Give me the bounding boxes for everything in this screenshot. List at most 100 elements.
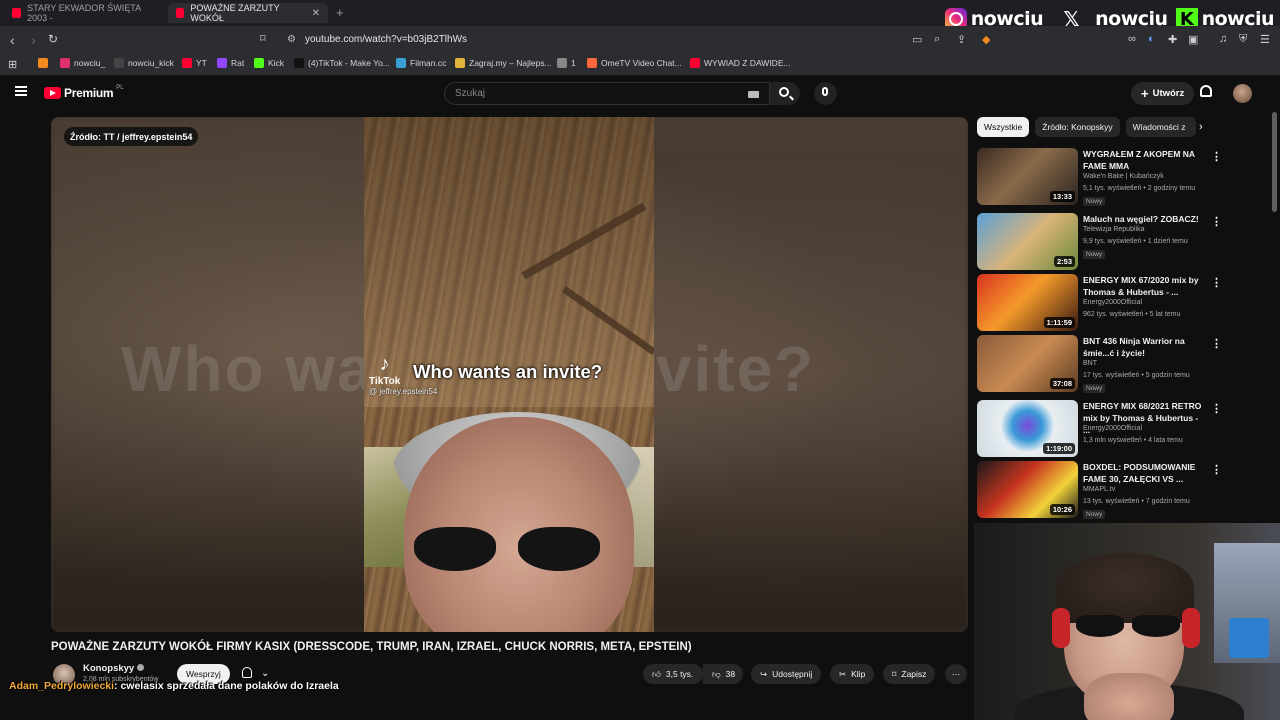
notifications-bell-icon[interactable] xyxy=(1200,85,1212,97)
bookmark-item[interactable]: nowciu_ xyxy=(60,58,105,68)
chevron-down-icon[interactable]: ⌄ xyxy=(261,668,269,679)
forward-icon[interactable]: › xyxy=(31,32,36,48)
share-button[interactable]: ↪ Udostępnij xyxy=(751,664,822,684)
recommended-channel[interactable]: Energy2000Official xyxy=(1083,425,1142,432)
chip-news[interactable]: Wiadomości z xyxy=(1125,117,1196,137)
bookmark-item[interactable]: Zagraj.my – Najleps... xyxy=(455,58,552,68)
recommended-channel[interactable]: BNT xyxy=(1083,360,1097,367)
video-thumbnail[interactable]: 13:33 xyxy=(977,148,1078,205)
bookmark-item[interactable]: Rat xyxy=(217,58,244,68)
recommended-channel[interactable]: Wake'n Bake | Kubańczyk xyxy=(1083,173,1164,180)
sunglasses xyxy=(414,527,604,577)
recommended-title[interactable]: WYGRAŁEM Z AKOPEM NA FAME MMA xyxy=(1083,148,1203,172)
channel-name[interactable]: Konopskyy xyxy=(83,663,145,674)
zoom-icon[interactable]: ⌕ xyxy=(934,33,940,46)
site-info-icon[interactable]: ⚙ xyxy=(287,34,296,45)
save-button[interactable]: ⌑ Zapisz xyxy=(883,664,936,684)
bookmark-item[interactable]: Kick xyxy=(254,58,284,68)
extensions-icon[interactable]: ✚ xyxy=(1168,33,1177,46)
new-tab-button[interactable]: + xyxy=(336,5,344,20)
microphone-icon xyxy=(822,87,828,96)
video-thumbnail[interactable]: 37:08 xyxy=(977,335,1078,392)
bookmark-item[interactable]: 1 xyxy=(557,58,576,68)
dislike-button[interactable]: 👎︎ 38 xyxy=(703,664,743,684)
subscription-bell-icon[interactable] xyxy=(242,667,252,678)
bookmark-item[interactable]: Filman.cc xyxy=(396,58,446,68)
bookmark-item[interactable]: WYWIAD Z DAWIDE... xyxy=(690,58,791,68)
cast-icon[interactable]: ▭ xyxy=(912,33,922,46)
recommended-title[interactable]: BNT 436 Ninja Warrior na śmie...ć i życi… xyxy=(1083,335,1203,359)
plus-icon: + xyxy=(1141,86,1149,101)
recommended-channel[interactable]: MMAPL.tv xyxy=(1083,486,1115,493)
bookmark-icon[interactable]: ⌑ xyxy=(260,32,266,45)
recommended-video[interactable]: 2:53 Maluch na węgiel? ZOBACZ! Telewizja… xyxy=(977,213,1267,271)
chevron-right-icon[interactable]: › xyxy=(1199,121,1203,133)
headphones xyxy=(1182,608,1200,648)
sunglasses-lens xyxy=(1076,615,1124,637)
voice-search-button[interactable] xyxy=(814,82,837,105)
more-vertical-icon[interactable]: ⋮ xyxy=(1211,276,1222,289)
sidebar-scrollbar[interactable] xyxy=(1272,112,1277,212)
video-player[interactable]: Who wants an invite? ♪ TikTok Who wants … xyxy=(51,117,968,632)
menu-icon[interactable]: ☰ xyxy=(1260,33,1270,46)
recommended-title[interactable]: BOXDEL: PODSUMOWANIE FAME 30, ZAŁĘCKI VS… xyxy=(1083,461,1203,485)
address-bar[interactable]: ⌑ ⚙ youtube.com/watch?v=b03jB2TlhWs xyxy=(256,30,996,50)
video-thumbnail[interactable]: 2:53 xyxy=(977,213,1078,270)
bookmark-item[interactable]: YT xyxy=(182,58,207,68)
bookmark-item[interactable]: (4)TikTok - Make Yo... xyxy=(294,58,390,68)
more-vertical-icon[interactable]: ⋮ xyxy=(1211,402,1222,415)
clip-button[interactable]: ✂ Klip xyxy=(830,664,875,684)
video-thumbnail[interactable]: 1:19:00 xyxy=(977,400,1078,457)
tab-stary-ekwador[interactable]: STARY EKWADOR ŚWIĘTA 2003 - xyxy=(4,3,164,23)
close-tab-icon[interactable]: ✕ xyxy=(312,8,320,19)
more-vertical-icon[interactable]: ⋮ xyxy=(1211,215,1222,228)
bookmark-item[interactable] xyxy=(38,58,52,68)
recommended-channel[interactable]: Telewizja Republika xyxy=(1083,226,1144,233)
recommended-video[interactable]: 13:33 WYGRAŁEM Z AKOPEM NA FAME MMA Wake… xyxy=(977,148,1267,206)
kick-favicon-icon xyxy=(254,58,264,68)
account-avatar[interactable] xyxy=(1233,84,1252,103)
back-icon[interactable]: ‹ xyxy=(10,32,15,48)
recommended-title[interactable]: ENERGY MIX 67/2020 mix by Thomas & Huber… xyxy=(1083,274,1203,298)
headphones xyxy=(1052,608,1070,648)
share-icon[interactable]: ⇪ xyxy=(957,33,966,46)
youtube-logo[interactable]: Premium PL xyxy=(44,85,124,100)
recommended-video[interactable]: 1:19:00 ENERGY MIX 68/2021 RETRO mix by … xyxy=(977,400,1267,458)
keyboard-icon[interactable] xyxy=(748,91,759,98)
more-vertical-icon[interactable]: ⋮ xyxy=(1211,337,1222,350)
recommended-video[interactable]: 1:11:59 ENERGY MIX 67/2020 mix by Thomas… xyxy=(977,274,1267,332)
vpn-icon[interactable]: ∞ xyxy=(1128,33,1136,45)
audio-icon[interactable]: ◐ xyxy=(1148,33,1155,45)
chip-wszystkie[interactable]: Wszystkie xyxy=(977,117,1030,137)
hamburger-menu-icon[interactable] xyxy=(15,86,27,96)
wallet-icon[interactable]: ⛨ xyxy=(1239,33,1247,46)
new-badge: Nowy xyxy=(1083,250,1106,259)
source-badge: Źródło: TT / jeffrey.epstein54 xyxy=(64,127,199,146)
chip-source[interactable]: Źródło: Konopskyy xyxy=(1035,117,1120,137)
recommended-video[interactable]: 37:08 BNT 436 Ninja Warrior na śmie...ć … xyxy=(977,335,1267,393)
bookmark-item[interactable]: OmeTV Video Chat... xyxy=(587,58,682,68)
apps-grid-icon[interactable]: ⊞ xyxy=(8,58,17,71)
recommended-title[interactable]: Maluch na węgiel? ZOBACZ! xyxy=(1083,213,1203,225)
video-thumbnail[interactable]: 10:26 xyxy=(977,461,1078,518)
url-text[interactable]: youtube.com/watch?v=b03jB2TlhWs xyxy=(305,34,467,45)
bookmark-item[interactable]: nowciu_kick xyxy=(114,58,174,68)
music-icon[interactable]: ♫ xyxy=(1219,33,1227,45)
more-actions-button[interactable]: ⋯ xyxy=(945,664,967,684)
video-thumbnail[interactable]: 1:11:59 xyxy=(977,274,1078,331)
brave-shield-icon[interactable]: ◆ xyxy=(982,33,990,46)
create-button[interactable]: + Utwórz xyxy=(1131,82,1195,105)
thumbs-up-icon: 👍︎ xyxy=(652,668,661,679)
like-button[interactable]: 👍︎ 3,5 tys. xyxy=(643,664,703,684)
more-vertical-icon[interactable]: ⋮ xyxy=(1211,150,1222,163)
reload-icon[interactable]: ↻ xyxy=(48,32,58,46)
tab-powazne-zarzuty[interactable]: POWAŻNE ZARZUTY WOKÓŁ ✕ xyxy=(168,3,328,23)
region-code: PL xyxy=(116,85,124,91)
recommended-video[interactable]: 10:26 BOXDEL: PODSUMOWANIE FAME 30, ZAŁĘ… xyxy=(977,461,1267,519)
tab-title: POWAŻNE ZARZUTY WOKÓŁ xyxy=(190,3,280,23)
search-input[interactable]: Szukaj xyxy=(444,82,770,105)
sidebar-icon[interactable]: ▣ xyxy=(1188,33,1198,46)
more-vertical-icon[interactable]: ⋮ xyxy=(1211,463,1222,476)
search-button[interactable] xyxy=(770,82,800,105)
recommended-channel[interactable]: Energy2000Official xyxy=(1083,299,1142,306)
